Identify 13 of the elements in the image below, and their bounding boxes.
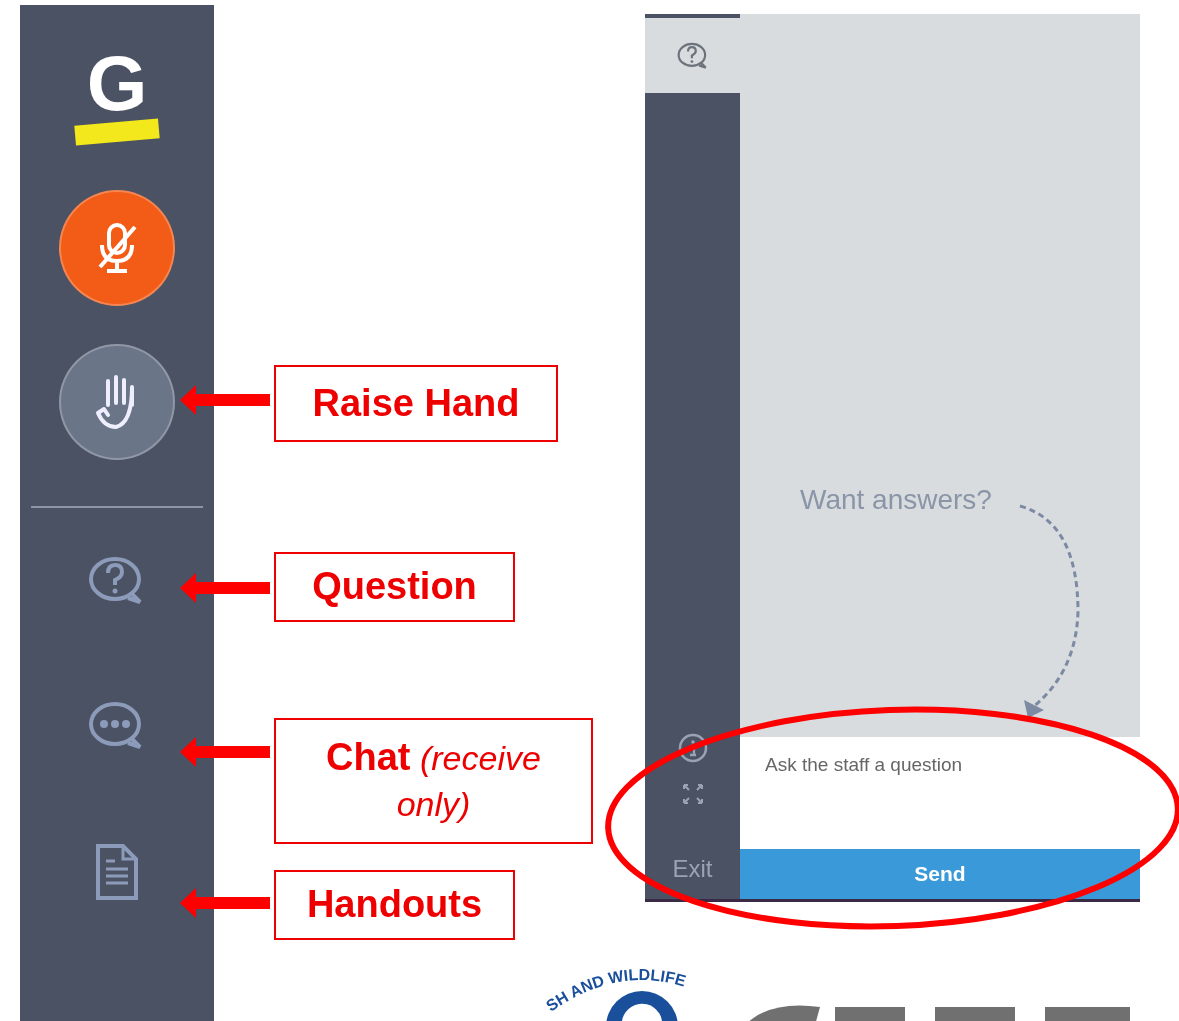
question-bubble-icon <box>676 41 709 70</box>
callout-label: Handouts <box>306 882 483 928</box>
info-icon <box>677 733 708 763</box>
fullscreen-icon <box>681 783 704 805</box>
seal-logo: SH AND WILDLIFE <box>543 965 688 1021</box>
logo-text: G <box>86 53 148 114</box>
callout-label: Raise Hand <box>312 380 520 426</box>
exit-button[interactable]: Exit <box>672 851 713 887</box>
send-button[interactable]: Send <box>740 849 1140 899</box>
prompt-text: Want answers? <box>800 483 992 517</box>
callout-label: Question <box>312 564 477 610</box>
callout-label: Chat (receive only) <box>325 735 542 825</box>
document-icon <box>95 843 139 901</box>
